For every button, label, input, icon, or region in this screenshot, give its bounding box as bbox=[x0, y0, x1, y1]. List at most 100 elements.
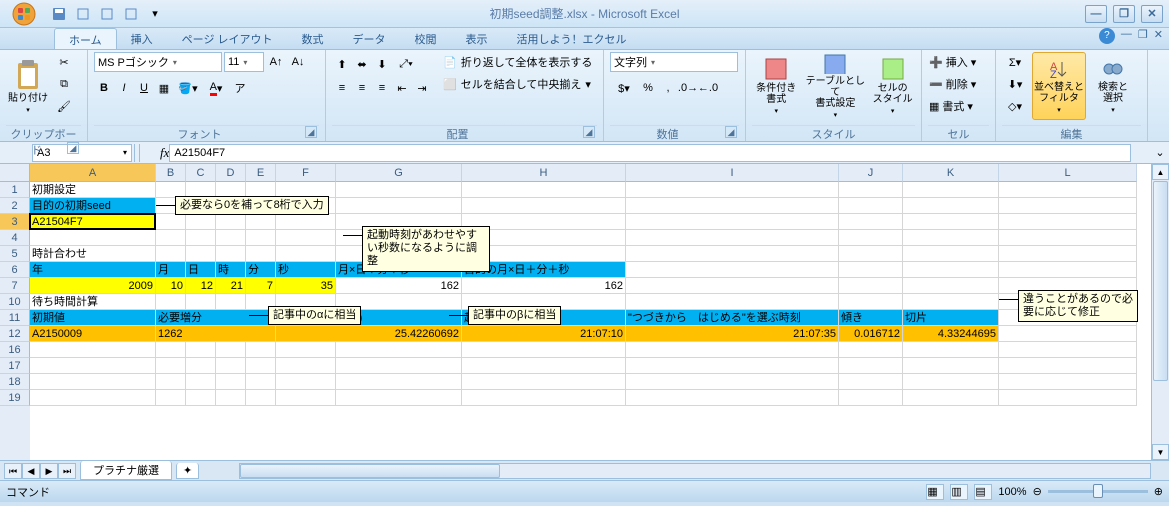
maximize-button[interactable]: ❐ bbox=[1113, 5, 1135, 23]
cell-H2[interactable] bbox=[462, 198, 626, 214]
align-bottom-icon[interactable]: ⬇ bbox=[372, 54, 392, 74]
cell-D10[interactable] bbox=[216, 294, 246, 310]
conditional-format-button[interactable]: 条件付き 書式▾ bbox=[752, 52, 801, 120]
delete-cells-button[interactable]: ➖削除▾ bbox=[928, 74, 990, 94]
row-header-3[interactable]: 3 bbox=[0, 214, 30, 230]
cell-A17[interactable] bbox=[30, 358, 156, 374]
cell-A3[interactable]: A21504F7 bbox=[30, 214, 156, 230]
cell-K2[interactable] bbox=[903, 198, 999, 214]
qat-save-icon[interactable] bbox=[48, 3, 70, 25]
cell-J3[interactable] bbox=[839, 214, 903, 230]
cell-B6[interactable]: 月 bbox=[156, 262, 186, 278]
row-header-12[interactable]: 12 bbox=[0, 326, 30, 342]
row-header-18[interactable]: 18 bbox=[0, 374, 30, 390]
office-button[interactable] bbox=[4, 0, 44, 28]
align-top-icon[interactable]: ⬆ bbox=[332, 54, 352, 74]
cell-B5[interactable] bbox=[156, 246, 186, 262]
close-button[interactable]: ✕ bbox=[1141, 5, 1163, 23]
cell-B4[interactable] bbox=[156, 230, 186, 246]
font-size-combo[interactable]: 11▾ bbox=[224, 52, 264, 72]
cell-F5[interactable] bbox=[276, 246, 336, 262]
cell-L2[interactable] bbox=[999, 198, 1137, 214]
cell-A5[interactable]: 時計合わせ bbox=[30, 246, 156, 262]
cell-K7[interactable] bbox=[903, 278, 999, 294]
cell-J5[interactable] bbox=[839, 246, 903, 262]
cell-D19[interactable] bbox=[216, 390, 246, 406]
tab-pagelayout[interactable]: ページ レイアウト bbox=[168, 28, 288, 49]
format-cells-button[interactable]: ▦書式▾ bbox=[928, 96, 990, 116]
cell-J2[interactable] bbox=[839, 198, 903, 214]
fx-icon[interactable]: fx bbox=[160, 145, 169, 161]
cell-B17[interactable] bbox=[156, 358, 186, 374]
tab-home[interactable]: ホーム bbox=[54, 28, 117, 49]
cell-A11[interactable]: 初期値 bbox=[30, 310, 156, 326]
row-header-2[interactable]: 2 bbox=[0, 198, 30, 214]
paste-button[interactable]: 貼り付け▾ bbox=[6, 52, 50, 120]
cell-F7[interactable]: 35 bbox=[276, 278, 336, 294]
cell-H7[interactable]: 162 bbox=[462, 278, 626, 294]
formula-bar[interactable]: A21504F7 bbox=[169, 144, 1131, 162]
cell-L16[interactable] bbox=[999, 342, 1137, 358]
phonetic-icon[interactable]: ア bbox=[230, 78, 250, 98]
shrink-font-icon[interactable]: A↓ bbox=[288, 52, 308, 72]
bold-button[interactable]: B bbox=[94, 78, 114, 98]
tab-review[interactable]: 校閲 bbox=[401, 28, 452, 49]
cell-grid[interactable]: 必要なら0を補って8桁で入力 起動時刻があわせやすい秒数になるように調整 記事中… bbox=[30, 182, 1169, 460]
align-dialog-icon[interactable]: ◢ bbox=[583, 126, 595, 138]
tab-insert[interactable]: 挿入 bbox=[117, 28, 168, 49]
formula-expand-icon[interactable]: ⌄ bbox=[1151, 146, 1169, 159]
cell-K18[interactable] bbox=[903, 374, 999, 390]
cell-D4[interactable] bbox=[216, 230, 246, 246]
namebox-resize-handle[interactable] bbox=[134, 144, 140, 162]
indent-increase-icon[interactable]: ⇥ bbox=[412, 78, 432, 98]
cell-E18[interactable] bbox=[246, 374, 276, 390]
zoom-level[interactable]: 100% bbox=[998, 486, 1026, 498]
italic-button[interactable]: I bbox=[114, 78, 134, 98]
cell-K16[interactable] bbox=[903, 342, 999, 358]
cell-B18[interactable] bbox=[156, 374, 186, 390]
zoom-out-icon[interactable]: ⊖ bbox=[1033, 485, 1042, 498]
grow-font-icon[interactable]: A↑ bbox=[266, 52, 286, 72]
row-header-16[interactable]: 16 bbox=[0, 342, 30, 358]
cell-K6[interactable] bbox=[903, 262, 999, 278]
cell-F6[interactable]: 秒 bbox=[276, 262, 336, 278]
cell-B16[interactable] bbox=[156, 342, 186, 358]
cell-K10[interactable] bbox=[903, 294, 999, 310]
cell-J17[interactable] bbox=[839, 358, 903, 374]
cell-L3[interactable] bbox=[999, 214, 1137, 230]
cell-K17[interactable] bbox=[903, 358, 999, 374]
row-headers[interactable]: 123456710111216171819 bbox=[0, 182, 30, 460]
cell-F12[interactable]: 25.42260692 bbox=[276, 326, 462, 342]
cell-J7[interactable] bbox=[839, 278, 903, 294]
cell-L4[interactable] bbox=[999, 230, 1137, 246]
col-header-F[interactable]: F bbox=[276, 164, 336, 182]
cell-H17[interactable] bbox=[462, 358, 626, 374]
hscroll-thumb[interactable] bbox=[240, 464, 500, 478]
col-header-G[interactable]: G bbox=[336, 164, 462, 182]
col-header-C[interactable]: C bbox=[186, 164, 216, 182]
cell-F19[interactable] bbox=[276, 390, 336, 406]
cell-E5[interactable] bbox=[246, 246, 276, 262]
col-header-A[interactable]: A bbox=[30, 164, 156, 182]
fill-color-icon[interactable]: 🪣▾ bbox=[174, 78, 202, 98]
qat-btn-1[interactable] bbox=[72, 3, 94, 25]
cell-C5[interactable] bbox=[186, 246, 216, 262]
col-header-H[interactable]: H bbox=[462, 164, 626, 182]
cell-F17[interactable] bbox=[276, 358, 336, 374]
cell-H18[interactable] bbox=[462, 374, 626, 390]
cell-L17[interactable] bbox=[999, 358, 1137, 374]
fill-icon[interactable]: ⬇▾ bbox=[1002, 74, 1028, 94]
col-header-D[interactable]: D bbox=[216, 164, 246, 182]
cell-J6[interactable] bbox=[839, 262, 903, 278]
number-format-combo[interactable]: 文字列▾ bbox=[610, 52, 738, 72]
cell-I4[interactable] bbox=[626, 230, 839, 246]
row-header-10[interactable]: 10 bbox=[0, 294, 30, 310]
cell-K19[interactable] bbox=[903, 390, 999, 406]
cell-J11[interactable]: 傾き bbox=[839, 310, 903, 326]
col-header-E[interactable]: E bbox=[246, 164, 276, 182]
tab-nav-last-icon[interactable]: ⏭ bbox=[58, 463, 76, 479]
cell-J19[interactable] bbox=[839, 390, 903, 406]
cell-I3[interactable] bbox=[626, 214, 839, 230]
cell-C19[interactable] bbox=[186, 390, 216, 406]
cell-C16[interactable] bbox=[186, 342, 216, 358]
